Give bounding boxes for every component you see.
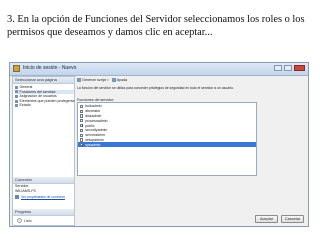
role-checkbox[interactable] [80,114,84,118]
login-properties-window: Inicio de sesión - Nuevo Seleccionar una… [9,62,309,227]
page-list: General Funciones del servidor Asignació… [13,84,75,108]
window-icon [13,65,20,72]
window-controls [274,65,305,71]
page-item-status[interactable]: Estado [15,103,74,108]
help-icon [111,77,116,82]
toolbar: Generar script ▾ Ayuda [77,76,308,83]
select-page-header: Seleccionar una página [13,77,74,84]
role-checkbox[interactable] [80,104,84,108]
role-name: processadmin [85,118,108,123]
progress-status: Listo [24,218,32,223]
role-checkbox[interactable] [80,133,84,137]
role-name: sysadmin [85,142,101,147]
role-checkbox[interactable] [80,109,84,113]
role-name: securityadmin [85,128,108,133]
progress-icon [17,218,22,223]
role-name: bulkadmin [85,104,102,109]
progress-section: Progreso Listo [13,209,74,223]
role-checkbox[interactable] [80,143,84,147]
script-icon [77,77,81,82]
progress-header: Progreso [13,209,74,216]
roles-description: La función del servidor se utiliza para … [77,86,234,90]
role-name: setupadmin [85,137,104,142]
role-name: dbcreator [85,109,101,114]
connection-icon [15,195,19,199]
generate-script-label: Generar script [82,77,107,82]
minimize-button[interactable] [274,65,282,71]
help-label: Ayuda [116,77,128,82]
page-label: Estado [19,103,31,108]
role-checkbox[interactable] [80,128,84,132]
ok-button[interactable]: Aceptar [255,215,278,223]
connection-link-label: Ver propiedades de conexión [21,195,65,199]
page-icon [15,94,18,98]
generate-script-button[interactable]: Generar script ▾ [77,77,109,82]
left-pane: Seleccionar una página General Funciones… [12,76,75,226]
close-button[interactable] [294,65,305,71]
page-icon [15,99,18,103]
page-icon [15,104,18,108]
role-checkbox[interactable] [80,119,84,123]
help-button[interactable]: Ayuda [111,77,128,82]
role-item-selected[interactable]: sysadmin [78,142,256,148]
role-name: serveradmin [85,133,105,138]
connection-header: Conexión [13,177,74,184]
page-icon [15,90,18,94]
dialog-footer: Aceptar Cancelar [77,215,308,224]
role-checkbox[interactable] [80,138,84,142]
chevron-down-icon: ▾ [107,77,109,82]
role-name: public [85,123,95,128]
window-title: Inicio de sesión - Nuevo [23,65,77,71]
cancel-button[interactable]: Cancelar [281,215,304,223]
role-checkbox[interactable] [80,123,84,128]
title-bar[interactable]: Inicio de sesión - Nuevo [10,63,308,76]
connection-properties-link[interactable]: Ver propiedades de conexión [13,195,74,199]
connection-section: Conexión Servidor: WILIAMS-PC Ver propie… [13,177,74,199]
role-name: diskadmin [85,113,102,118]
page-icon [15,85,18,89]
right-pane: Generar script ▾ Ayuda La función del se… [77,76,308,226]
slide-caption: 3. En la opción de Funciones del Servido… [7,14,305,38]
maximize-button[interactable] [284,65,292,71]
server-value: WILIAMS-PC [15,189,37,193]
server-roles-list[interactable]: bulkadmin dbcreator diskadmin processadm… [77,102,257,176]
